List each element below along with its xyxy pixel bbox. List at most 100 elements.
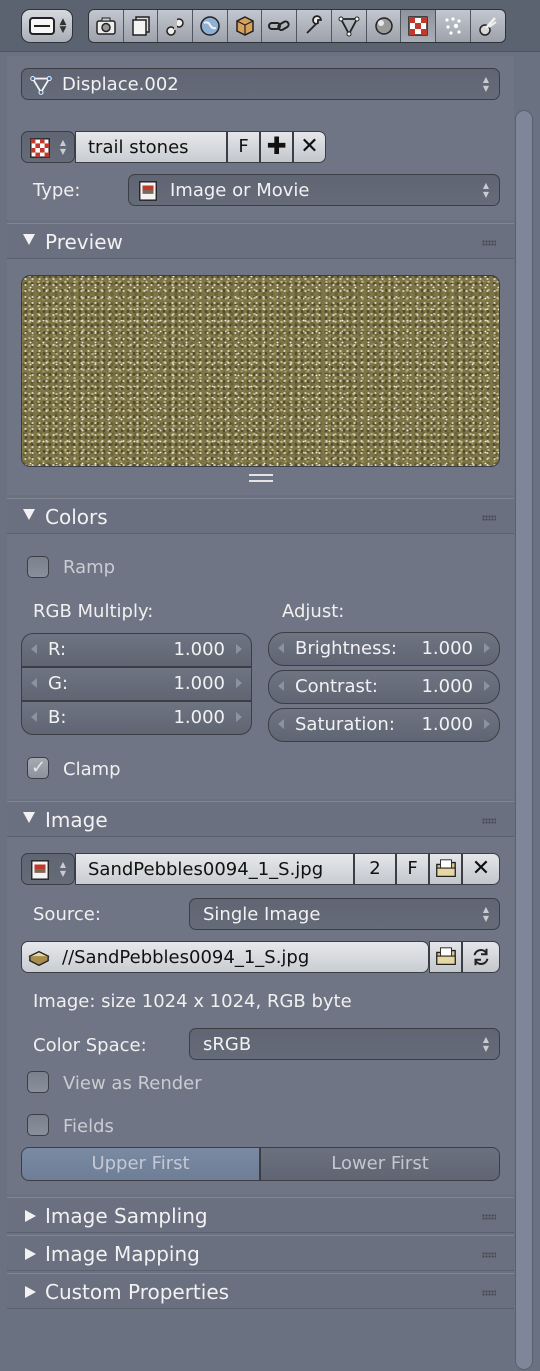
world-tab[interactable] — [193, 10, 228, 42]
unlink-texture-button[interactable]: ✕ — [293, 131, 326, 163]
decrement-arrow-icon[interactable] — [31, 678, 37, 688]
drag-grip-icon[interactable] — [482, 240, 496, 246]
open-image-button[interactable] — [429, 853, 462, 885]
b-value: 1.000 — [173, 707, 225, 728]
modifier-selector[interactable]: Displace.002 ▲ ▼ — [21, 68, 500, 100]
increment-arrow-icon[interactable] — [236, 678, 242, 688]
material-icon — [374, 17, 393, 35]
reload-image-button[interactable] — [462, 941, 500, 973]
file-package-icon — [28, 950, 50, 967]
render-layers-icon — [131, 16, 150, 36]
updown-arrows-icon: ▲ ▼ — [59, 860, 67, 878]
particles-icon — [445, 17, 461, 35]
increment-arrow-icon[interactable] — [484, 681, 490, 691]
increment-arrow-icon[interactable] — [236, 712, 242, 722]
color-space-value: sRGB — [203, 1034, 252, 1055]
image-sampling-panel-header[interactable]: Image Sampling — [7, 1197, 514, 1233]
clamp-checkbox[interactable]: ✓ — [27, 757, 49, 779]
updown-arrows-icon: ▲ ▼ — [482, 181, 490, 199]
context-tabs — [88, 9, 507, 43]
contrast-field[interactable]: Contrast: 1.000 — [268, 670, 500, 704]
constraints-icon — [268, 20, 291, 31]
decrement-arrow-icon[interactable] — [31, 644, 37, 654]
drag-grip-icon[interactable] — [482, 1252, 496, 1258]
collapsed-triangle-icon — [25, 1248, 36, 1260]
drag-grip-icon[interactable] — [482, 818, 496, 824]
drag-grip-icon[interactable] — [482, 515, 496, 521]
increment-arrow-icon[interactable] — [484, 719, 490, 729]
clamp-label: Clamp — [63, 759, 121, 780]
expanded-triangle-icon — [23, 234, 35, 245]
contrast-value: 1.000 — [421, 676, 473, 697]
editor-type-button[interactable]: ▲ ▼ — [21, 9, 73, 43]
increment-arrow-icon[interactable] — [236, 644, 242, 654]
g-label: G: — [48, 673, 69, 694]
image-fake-user-button[interactable]: F — [396, 853, 429, 885]
type-label: Type: — [33, 180, 81, 201]
decrement-arrow-icon[interactable] — [278, 681, 284, 691]
data-tab[interactable] — [331, 10, 367, 42]
saturation-label: Saturation: — [295, 714, 395, 735]
colors-panel-title: Colors — [45, 505, 108, 529]
decrement-arrow-icon[interactable] — [31, 712, 37, 722]
contrast-label: Contrast: — [295, 676, 378, 697]
custom-properties-panel-header[interactable]: Custom Properties — [7, 1273, 514, 1309]
brightness-field[interactable]: Brightness: 1.000 — [268, 632, 500, 666]
g-value: 1.000 — [173, 673, 225, 694]
physics-tab[interactable] — [470, 10, 506, 42]
scene-tab[interactable] — [158, 10, 194, 42]
modifiers-tab[interactable] — [297, 10, 332, 42]
render-icon — [96, 17, 116, 35]
preview-resize-handle[interactable] — [249, 474, 273, 482]
expanded-triangle-icon — [23, 812, 35, 823]
updown-arrows-icon: ▲ ▼ — [59, 17, 67, 35]
r-value: 1.000 — [173, 639, 225, 660]
upper-first-button[interactable]: Upper First — [21, 1147, 260, 1181]
checkmark-icon: ✓ — [31, 757, 47, 778]
updown-arrows-icon[interactable]: ▲ ▼ — [481, 905, 491, 923]
render-tab[interactable] — [89, 10, 124, 42]
colors-panel-header[interactable]: Colors — [7, 498, 514, 534]
image-mapping-panel-header[interactable]: Image Mapping — [7, 1235, 514, 1271]
scrollbar[interactable] — [515, 110, 533, 1370]
b-field[interactable]: B: 1.000 — [21, 701, 252, 735]
drag-grip-icon[interactable] — [482, 1290, 496, 1296]
texture-tab[interactable] — [401, 10, 436, 42]
displace-modifier-icon — [30, 76, 52, 95]
updown-arrows-icon: ▲ ▼ — [482, 75, 490, 93]
fields-checkbox[interactable] — [27, 1114, 49, 1136]
fake-user-button[interactable]: F — [227, 131, 260, 163]
image-users-count[interactable]: 2 — [354, 853, 396, 885]
color-space-dropdown[interactable]: sRGB ▲ ▼ — [189, 1028, 500, 1060]
r-field[interactable]: R: 1.000 — [21, 633, 252, 667]
image-panel-header[interactable]: Image — [7, 801, 514, 837]
texture-browse-button[interactable]: ▲ ▼ — [21, 131, 75, 163]
image-name-field[interactable]: SandPebbles0094_1_S.jpg — [75, 853, 354, 885]
preview-panel-header[interactable]: Preview — [7, 223, 514, 259]
image-mapping-title: Image Mapping — [45, 1242, 200, 1266]
material-tab[interactable] — [366, 10, 402, 42]
source-dropdown[interactable]: Single Image ▲ ▼ — [189, 898, 500, 930]
lower-first-button[interactable]: Lower First — [260, 1147, 500, 1181]
adjust-label: Adjust: — [282, 601, 345, 622]
ramp-checkbox[interactable] — [27, 556, 49, 578]
drag-grip-icon[interactable] — [482, 1214, 496, 1220]
g-field[interactable]: G: 1.000 — [21, 667, 252, 701]
decrement-arrow-icon[interactable] — [278, 719, 284, 729]
saturation-field[interactable]: Saturation: 1.000 — [268, 708, 500, 742]
texture-name-field[interactable]: trail stones — [75, 131, 227, 163]
increment-arrow-icon[interactable] — [484, 643, 490, 653]
browse-file-button[interactable] — [429, 941, 462, 973]
updown-arrows-icon[interactable]: ▲ ▼ — [481, 1035, 491, 1053]
object-tab[interactable] — [227, 10, 263, 42]
decrement-arrow-icon[interactable] — [278, 643, 284, 653]
render-layers-tab[interactable] — [123, 10, 159, 42]
texture-type-dropdown[interactable]: Image or Movie ▲ ▼ — [128, 174, 500, 206]
new-texture-button[interactable]: ✚ — [260, 131, 293, 163]
particles-tab[interactable] — [435, 10, 471, 42]
view-as-render-checkbox[interactable] — [27, 1071, 49, 1093]
filepath-field[interactable]: //SandPebbles0094_1_S.jpg — [21, 941, 429, 973]
unlink-image-button[interactable]: ✕ — [462, 853, 500, 885]
constraints-tab[interactable] — [262, 10, 298, 42]
image-browse-button[interactable]: ▲ ▼ — [21, 853, 75, 885]
